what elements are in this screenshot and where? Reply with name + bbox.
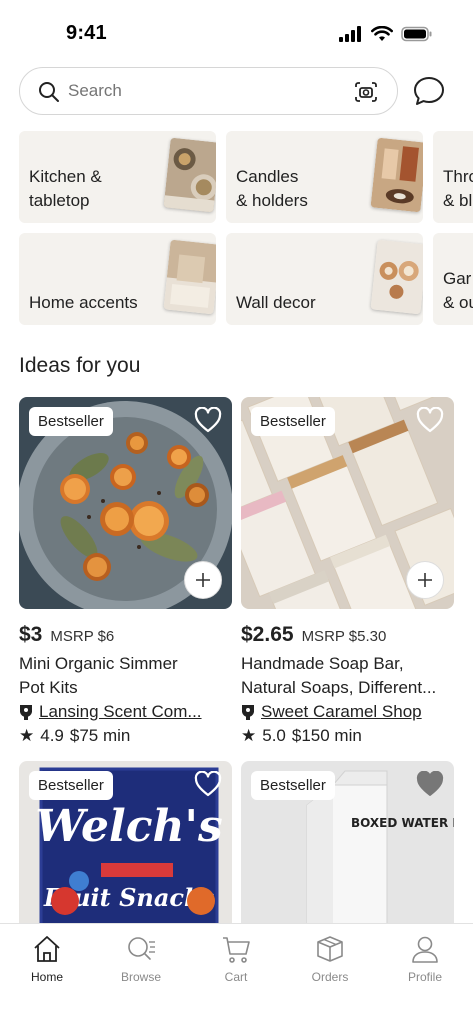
category-tile-candles-holders[interactable]: Candles & holders xyxy=(226,131,423,223)
product-title-line: Natural Soaps, Different... xyxy=(241,678,437,697)
profile-icon xyxy=(412,936,438,963)
product-image[interactable]: Bestseller xyxy=(19,397,232,609)
category-label: Thro xyxy=(443,167,473,186)
category-image xyxy=(370,137,423,213)
category-image xyxy=(163,137,216,213)
product-title[interactable]: Handmade Soap Bar, Natural Soaps, Differ… xyxy=(241,652,454,700)
category-carousel[interactable]: Kitchen & tabletop Candles & holders Thr… xyxy=(19,131,473,326)
category-tile-wall-decor[interactable]: Wall decor xyxy=(226,233,423,325)
product-card-soap-bar[interactable]: Bestseller $2.65 MSRP $5.30 Handmade Soa… xyxy=(241,397,454,746)
category-label: Home accents xyxy=(29,293,138,312)
cellular-signal-icon xyxy=(339,26,361,42)
product-image[interactable]: Welch's Fruit Snacks Bestseller xyxy=(19,761,232,925)
search-row xyxy=(19,67,455,115)
category-tile-garden[interactable]: Gar & ou xyxy=(433,233,473,325)
tab-label: Orders xyxy=(311,970,349,984)
status-time: 9:41 xyxy=(66,22,107,44)
wifi-icon xyxy=(371,26,393,41)
category-label: Gar xyxy=(443,269,472,288)
plus-icon xyxy=(418,573,432,587)
favorite-heart-icon[interactable] xyxy=(194,407,222,433)
tab-label: Home xyxy=(30,970,63,984)
category-tile-throws[interactable]: Thro & bl xyxy=(433,131,473,223)
minimum-order: $75 min xyxy=(69,726,131,745)
packaging-brand-text: Welch's xyxy=(35,801,223,852)
category-label: tabletop xyxy=(29,191,90,210)
shop-award-icon xyxy=(242,705,254,720)
plus-icon xyxy=(196,573,210,587)
bestseller-badge: Bestseller xyxy=(29,771,113,800)
category-image xyxy=(370,239,423,315)
product-title-line: Mini Organic Simmer xyxy=(19,654,178,673)
orders-icon xyxy=(317,936,343,962)
shop-link[interactable]: Lansing Scent Com... xyxy=(39,702,202,722)
shop-row: Lansing Scent Com... xyxy=(19,702,232,722)
shop-link[interactable]: Sweet Caramel Shop xyxy=(261,702,422,722)
product-msrp: MSRP $5.30 xyxy=(301,628,387,645)
status-bar: 9:41 xyxy=(0,0,473,62)
favorite-heart-icon[interactable] xyxy=(194,771,222,797)
product-card-simmer-pot[interactable]: Bestseller $3 MSRP $6 Mini Organic Simme… xyxy=(19,397,232,746)
category-label: Candles xyxy=(236,167,299,186)
browse-icon xyxy=(128,937,155,960)
bestseller-badge: Bestseller xyxy=(251,407,335,436)
bestseller-badge: Bestseller xyxy=(29,407,113,436)
category-tile-kitchen-tabletop[interactable]: Kitchen & tabletop xyxy=(19,131,216,223)
tab-orders[interactable]: Orders xyxy=(290,934,370,984)
favorite-heart-icon[interactable] xyxy=(416,407,444,433)
favorite-heart-icon[interactable] xyxy=(416,771,444,797)
bottom-tab-bar: Home Browse Cart Orders Profile xyxy=(0,923,473,1024)
category-label: & holders xyxy=(236,191,308,210)
add-to-cart-button[interactable] xyxy=(406,561,444,599)
shop-row: Sweet Caramel Shop xyxy=(241,702,454,722)
tab-label: Browse xyxy=(120,970,161,984)
packaging-water-text: BOXED WATER IS BETTER. xyxy=(351,816,454,830)
camera-icon[interactable] xyxy=(353,80,379,104)
product-image[interactable]: Bestseller xyxy=(241,397,454,609)
tab-profile[interactable]: Profile xyxy=(385,934,465,984)
shop-award-icon xyxy=(20,705,32,720)
star-icon: ★ xyxy=(241,726,257,745)
tab-cart[interactable]: Cart xyxy=(196,934,276,984)
price-row: $2.65 MSRP $5.30 xyxy=(241,623,454,647)
product-msrp: MSRP $6 xyxy=(50,628,115,645)
category-label: & ou xyxy=(443,293,473,312)
tab-label: Profile xyxy=(407,970,442,984)
product-price: $3 xyxy=(19,623,43,646)
product-title-line: Pot Kits xyxy=(19,678,78,697)
star-icon: ★ xyxy=(19,726,35,745)
message-icon[interactable] xyxy=(412,75,446,107)
category-tile-home-accents[interactable]: Home accents xyxy=(19,233,216,325)
tab-label: Cart xyxy=(224,970,248,984)
search-input[interactable] xyxy=(68,81,338,101)
product-image[interactable]: BOXED WATER IS BETTER. Bestseller xyxy=(241,761,454,925)
add-to-cart-button[interactable] xyxy=(184,561,222,599)
category-label: Kitchen & xyxy=(29,167,102,186)
category-label: & bl xyxy=(443,191,473,210)
tab-home[interactable]: Home xyxy=(7,934,87,984)
search-icon xyxy=(39,82,59,102)
search-bar[interactable] xyxy=(19,67,398,115)
product-price: $2.65 xyxy=(241,623,294,646)
category-image xyxy=(163,239,216,315)
tab-browse[interactable]: Browse xyxy=(101,934,181,984)
product-title[interactable]: Mini Organic Simmer Pot Kits xyxy=(19,652,232,700)
bestseller-badge: Bestseller xyxy=(251,771,335,800)
home-icon xyxy=(34,936,60,962)
rating-value: 4.9 xyxy=(40,726,64,745)
rating-row: ★ 4.9 $75 min xyxy=(19,726,232,746)
product-title-line: Handmade Soap Bar, xyxy=(241,654,404,673)
rating-row: ★ 5.0 $150 min xyxy=(241,726,454,746)
battery-icon xyxy=(401,26,432,42)
minimum-order: $150 min xyxy=(291,726,362,745)
status-icons xyxy=(339,26,433,42)
section-title: Ideas for you xyxy=(19,354,141,377)
cart-icon xyxy=(223,937,250,963)
rating-value: 5.0 xyxy=(262,726,286,745)
price-row: $3 MSRP $6 xyxy=(19,623,232,647)
category-label: Wall decor xyxy=(236,293,316,312)
